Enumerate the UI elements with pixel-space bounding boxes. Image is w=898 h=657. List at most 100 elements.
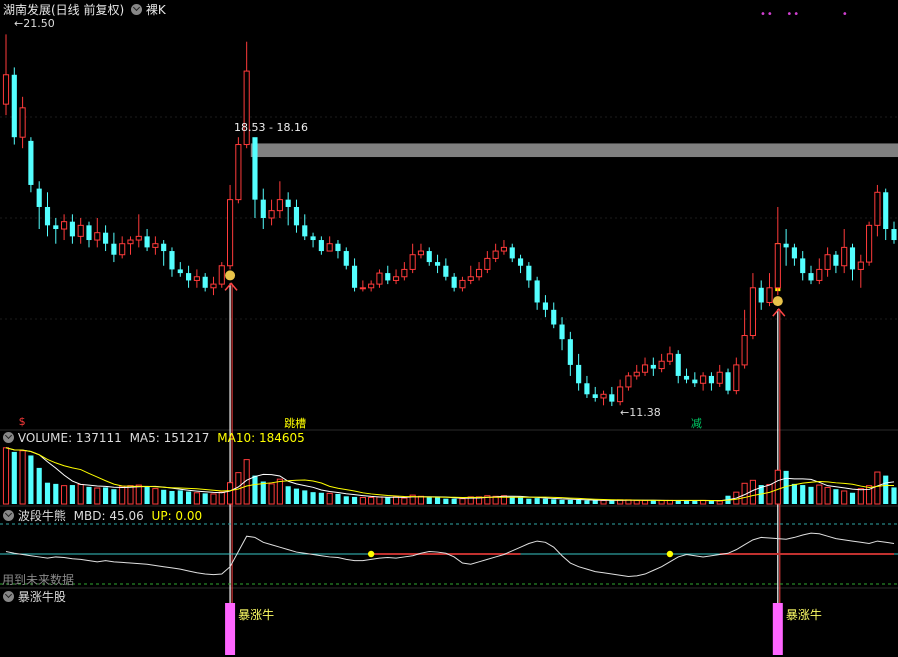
volume-bar-down — [434, 497, 441, 504]
volume-bar-down — [351, 496, 358, 504]
candle-body-up — [666, 353, 673, 362]
volume-bar-down — [28, 455, 34, 504]
chart-mode[interactable]: 裸K — [146, 3, 166, 17]
candle-body-up — [741, 335, 748, 366]
chevron-down-icon[interactable] — [3, 591, 14, 602]
candle-body-down — [683, 375, 690, 380]
chevron-down-icon[interactable] — [3, 432, 14, 443]
volume-bar-up — [401, 497, 408, 505]
indicator-name[interactable]: 波段牛熊 — [18, 509, 66, 523]
volume-bar-down — [675, 500, 681, 504]
volume-bar-up — [368, 496, 375, 505]
volume-bar-down — [833, 489, 839, 504]
volume-bar-down — [177, 490, 183, 504]
volume-bar-up — [658, 499, 665, 505]
mbd-dot — [666, 550, 674, 558]
price-marker: $ — [18, 415, 26, 428]
volume-bar-down — [526, 498, 532, 504]
money-bag-icon — [225, 270, 236, 281]
candle-body-down — [451, 276, 457, 288]
volume-header: VOLUME: 137111 MA5: 151217 MA10: 184605 — [3, 431, 305, 445]
volume-bar-up — [210, 493, 217, 505]
candle-body-down — [302, 225, 308, 237]
candlestick-series — [2, 34, 897, 407]
candle-body-up — [866, 224, 873, 263]
candle-body-down — [186, 273, 192, 281]
candle-body-up — [625, 375, 632, 388]
volume-bar-down — [426, 497, 432, 504]
candle-body-down — [443, 265, 449, 277]
volume-bar-down — [44, 482, 51, 504]
candle-body-up — [94, 232, 101, 241]
candle-body-down — [708, 375, 714, 384]
volume-bar-down — [443, 498, 449, 504]
volume-bar-down — [310, 492, 316, 504]
candle-body-up — [874, 191, 881, 226]
candle-body-up — [359, 287, 366, 290]
volume-bar-down — [800, 485, 806, 504]
volume-bar-down — [103, 487, 109, 504]
candle-body-up — [61, 221, 68, 230]
volume-bar-down — [285, 486, 291, 504]
candle-body-down — [202, 276, 208, 288]
volume-bar-down — [559, 499, 565, 504]
candle-body-up — [218, 265, 225, 285]
volume-bar-up — [841, 490, 848, 505]
candle-body-up — [484, 257, 491, 270]
candle-body-down — [650, 364, 656, 369]
candle-body-down — [584, 383, 590, 395]
volume-bar-up — [2, 447, 10, 505]
chart-header: 湖南发展(日线 前复权) 裸K — [3, 1, 166, 18]
volume-bar-down — [883, 475, 889, 504]
candle-body-up — [816, 268, 823, 281]
volume-bar-up — [600, 499, 607, 505]
indicator-header: 波段牛熊 MBD: 45.06 UP: 0.00 — [3, 507, 202, 524]
stock-title[interactable]: 湖南发展(日线 前复权) — [3, 3, 124, 17]
candle-body-down — [69, 221, 75, 237]
volume-bar-up — [227, 482, 234, 505]
high-price-label: ←21.50 — [14, 17, 55, 30]
bull-panel-name[interactable]: 暴涨牛股 — [18, 590, 66, 604]
volume-bar-up — [376, 496, 383, 505]
candle-body-down — [526, 265, 532, 281]
candle-body-up — [700, 375, 707, 384]
mbd-indicator — [0, 523, 898, 585]
bull-signal-label: 暴涨牛 — [785, 608, 822, 622]
volume-bar-up — [857, 488, 864, 505]
volume-bar-down — [69, 485, 75, 504]
candle-body-down — [252, 137, 258, 200]
volume-bar-down — [169, 490, 175, 504]
mbd-value: MBD: 45.06 — [73, 509, 144, 523]
candle-body-down — [576, 364, 582, 384]
volume-bar-down — [202, 493, 208, 504]
volume-bar-down — [343, 496, 349, 504]
candle-body-down — [161, 243, 167, 252]
volume-bar-down — [302, 490, 308, 504]
chevron-down-icon[interactable] — [3, 510, 14, 521]
volume-bar-down — [534, 498, 540, 504]
volume-bar-up — [774, 469, 781, 505]
volume-bar-up — [716, 500, 723, 505]
candle-body-up — [235, 144, 242, 201]
volume-bar-down — [891, 487, 897, 504]
candle-body-down — [318, 240, 324, 252]
candle-body-down — [791, 247, 797, 259]
future-data-note: 用到未来数据 — [2, 573, 75, 587]
band-range-label: 18.53 - 18.16 — [234, 121, 308, 134]
volume-bar-up — [94, 487, 101, 505]
candle-body-down — [725, 372, 731, 391]
candle-body-down — [335, 243, 341, 252]
chevron-down-icon[interactable] — [131, 4, 143, 15]
candle-body-up — [857, 261, 864, 270]
volume-bar-up — [127, 485, 134, 505]
volume-bar-down — [335, 493, 341, 504]
low-price-label: ←11.38 — [620, 406, 661, 419]
volume-bar-down — [791, 483, 797, 504]
volume-bar-down — [592, 500, 598, 504]
candle-body-up — [641, 364, 649, 373]
candle-body-down — [559, 324, 565, 340]
volume-series — [2, 447, 897, 505]
bull-header: 暴涨牛股 — [3, 588, 66, 605]
volume-bar-down — [252, 475, 258, 504]
candle-body-up — [127, 239, 134, 245]
